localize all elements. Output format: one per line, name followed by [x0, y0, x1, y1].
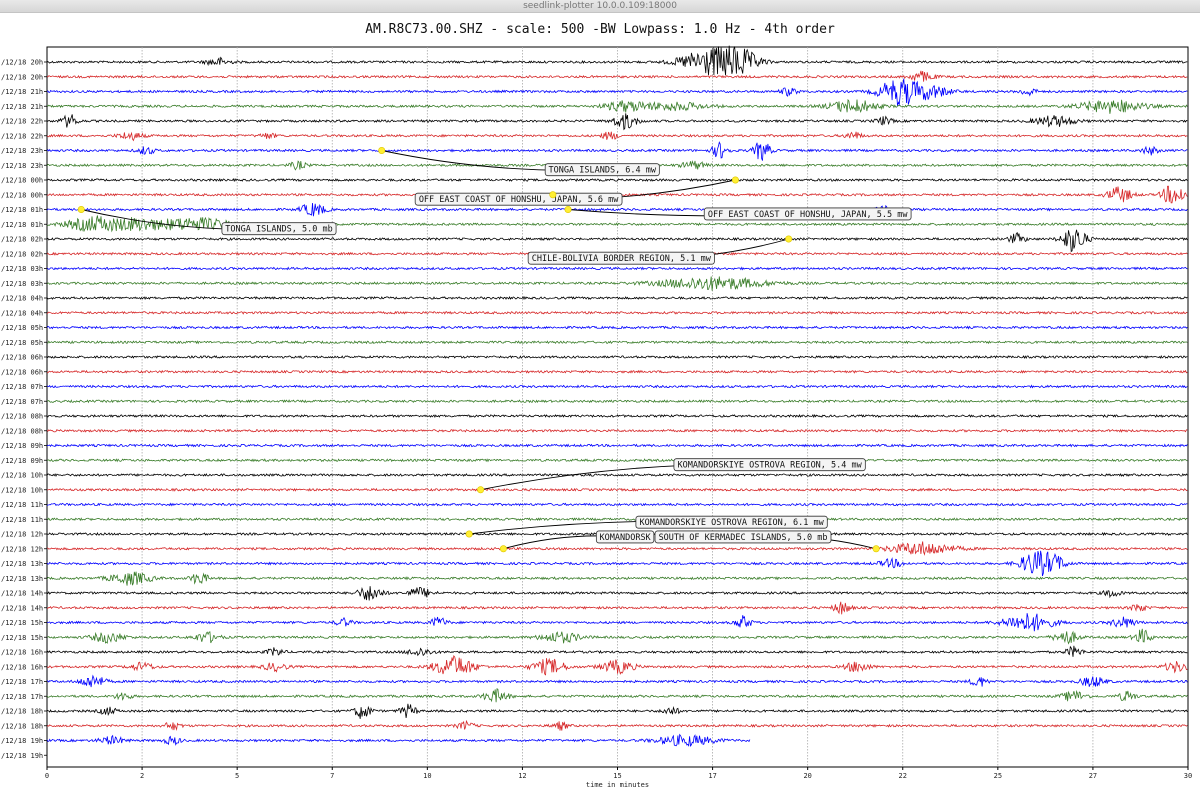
event-marker	[77, 206, 85, 214]
event-marker	[499, 545, 507, 553]
annotation-label: KOMANDORSKIYE OSTROVA REGION, 5.4 mw	[678, 461, 863, 471]
row-time-label: /12/18 12h	[1, 545, 43, 553]
row-time-label: /12/18 22h	[1, 118, 43, 126]
row-time-label: /12/18 08h	[1, 427, 43, 435]
x-tick-label: 25	[994, 772, 1002, 780]
x-tick-label: 12	[518, 772, 526, 780]
seismic-trace	[46, 655, 1188, 676]
row-time-label: /12/18 10h	[1, 472, 43, 480]
annotation-label: CHILE-BOLIVIA BORDER REGION, 5.1 mw	[532, 254, 712, 264]
row-time-label: /12/18 03h	[1, 265, 43, 273]
row-time-label: /12/18 11h	[1, 501, 43, 509]
row-time-label: /12/18 01h	[1, 221, 43, 229]
x-tick-label: 7	[330, 772, 334, 780]
row-time-label: /12/18 14h	[1, 604, 43, 612]
event-marker	[872, 545, 880, 553]
seismic-trace	[46, 113, 1188, 131]
row-time-label: /12/18 04h	[1, 295, 43, 303]
row-time-label: /12/18 06h	[1, 368, 43, 376]
x-tick-label: 10	[423, 772, 431, 780]
row-time-label: /12/18 20h	[1, 73, 43, 81]
annotation-label: TONGA ISLANDS, 6.4 mw	[549, 166, 657, 176]
row-time-label: /12/18 13h	[1, 575, 43, 583]
row-time-label: /12/18 09h	[1, 442, 43, 450]
row-time-label: /12/18 16h	[1, 649, 43, 657]
row-time-label: /12/18 17h	[1, 678, 43, 686]
row-time-label: /12/18 11h	[1, 516, 43, 524]
row-time-label: /12/18 16h	[1, 663, 43, 671]
x-tick-label: 17	[708, 772, 716, 780]
seismic-trace	[46, 141, 1188, 161]
annotation-label: KOMANDORSK	[600, 533, 652, 543]
row-time-label: /12/18 23h	[1, 147, 43, 155]
row-time-label: /12/18 13h	[1, 560, 43, 568]
seismogram-plot: 0 2 5 7 10 12 15 17 20 22 25 27 30time in minutes/12…	[1, 45, 1192, 789]
seismic-trace	[46, 571, 1188, 586]
seismic-trace	[46, 613, 1188, 632]
row-time-label: /12/18 02h	[1, 250, 43, 258]
x-tick-label: 27	[1089, 772, 1097, 780]
row-time-label: /12/18 03h	[1, 280, 43, 288]
row-time-label: /12/18 15h	[1, 619, 43, 627]
row-time-label: /12/18 00h	[1, 177, 43, 185]
row-time-label: /12/18 04h	[1, 309, 43, 317]
event-marker	[378, 147, 386, 155]
row-time-label: /12/18 05h	[1, 339, 43, 347]
row-time-label: /12/18 00h	[1, 191, 43, 199]
row-time-label: /12/18 01h	[1, 206, 43, 214]
x-tick-label: 30	[1184, 772, 1192, 780]
x-tick-label: 5	[235, 772, 239, 780]
annotation-label: OFF EAST COAST OF HONSHU, JAPAN, 5.6 mw	[419, 195, 619, 205]
event-marker	[465, 530, 473, 538]
row-time-label: /12/18 19h	[1, 752, 43, 760]
row-time-label: /12/18 22h	[1, 132, 43, 140]
row-time-label: /12/18 18h	[1, 708, 43, 716]
event-marker	[731, 176, 739, 184]
x-tick-label: 22	[899, 772, 907, 780]
row-time-label: /12/18 10h	[1, 486, 43, 494]
row-time-label: /12/18 07h	[1, 383, 43, 391]
row-time-label: /12/18 07h	[1, 398, 43, 406]
row-time-label: /12/18 23h	[1, 162, 43, 170]
annotation-label: KOMANDORSKIYE OSTROVA REGION, 6.1 mw	[639, 518, 824, 528]
row-time-label: /12/18 12h	[1, 531, 43, 539]
annotation-label: SOUTH OF KERMADEC ISLANDS, 5.0 mb	[659, 533, 828, 543]
row-time-label: /12/18 18h	[1, 722, 43, 730]
annotation-label: OFF EAST COAST OF HONSHU, JAPAN, 5.5 mw	[708, 210, 908, 220]
row-time-label: /12/18 14h	[1, 590, 43, 598]
event-marker	[549, 191, 557, 199]
x-tick-label: 0	[45, 772, 49, 780]
x-tick-label: 2	[140, 772, 144, 780]
row-time-label: /12/18 09h	[1, 457, 43, 465]
row-time-label: /12/18 20h	[1, 59, 43, 67]
event-marker	[785, 235, 793, 243]
seismic-trace	[46, 131, 1188, 142]
event-marker	[477, 486, 485, 494]
row-time-label: /12/18 17h	[1, 693, 43, 701]
seismic-trace	[46, 295, 1188, 301]
x-tick-label: 20	[803, 772, 811, 780]
row-time-label: /12/18 21h	[1, 103, 43, 111]
x-tick-label: 15	[613, 772, 621, 780]
row-time-label: /12/18 21h	[1, 88, 43, 96]
row-time-label: /12/18 05h	[1, 324, 43, 332]
row-time-label: /12/18 15h	[1, 634, 43, 642]
event-marker	[564, 206, 572, 214]
seismic-trace	[46, 310, 1188, 315]
row-time-label: /12/18 06h	[1, 354, 43, 362]
row-time-label: /12/18 08h	[1, 413, 43, 421]
seismic-trace	[46, 733, 751, 747]
annotation-label: TONGA ISLANDS, 5.0 mb	[225, 225, 332, 235]
row-time-label: /12/18 19h	[1, 737, 43, 745]
x-axis-label: time in minutes	[586, 781, 649, 789]
row-time-label: /12/18 02h	[1, 236, 43, 244]
